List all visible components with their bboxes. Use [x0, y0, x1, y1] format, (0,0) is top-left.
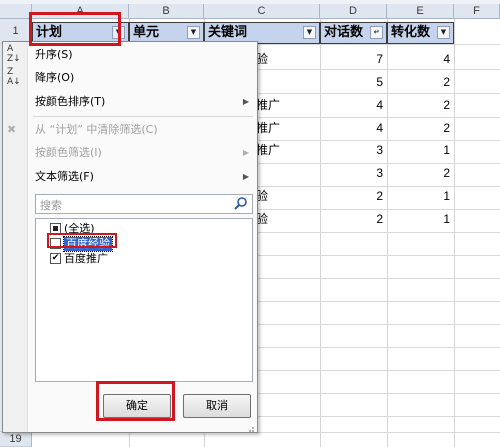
cell-conversations: 7: [376, 52, 383, 66]
column-header-e[interactable]: E: [387, 4, 454, 19]
submenu-arrow-icon: ▶: [242, 172, 249, 181]
filter-dropdown-button[interactable]: ▼: [437, 26, 450, 39]
menu-item-sort-ascending[interactable]: A Z↓ 升序(S): [3, 44, 257, 66]
menu-item-label: 升序(S): [35, 48, 73, 61]
checked-checkbox[interactable]: ✔: [50, 253, 61, 264]
cell-keyword: 推广: [256, 121, 281, 135]
sort-ascending-icon: A Z↓: [7, 44, 21, 64]
cell-conversions: 2: [443, 98, 450, 112]
menu-item-clear-filter: ✖ 从 “计划” 中清除筛选(C): [3, 119, 257, 141]
column-header-d[interactable]: D: [320, 4, 387, 19]
column-header-c[interactable]: C: [204, 4, 320, 19]
menu-separator: [33, 116, 253, 117]
menu-item-text-filter[interactable]: 文本筛选(F) ▶: [3, 166, 257, 188]
header-cell-conversions: 转化数 ▼: [387, 22, 454, 44]
header-cell-label: 转化数: [391, 25, 431, 40]
highlight-filter-header: [29, 12, 121, 46]
search-placeholder: 搜索: [40, 199, 62, 212]
cell-keyword: 推广: [256, 143, 281, 157]
cell-conversions: 4: [443, 52, 450, 66]
cell-conversations: 3: [376, 143, 383, 157]
menu-item-label: 文本筛选(F): [35, 170, 94, 183]
cell-keyword: 推广: [256, 98, 281, 112]
highlight-ok-button: [96, 381, 175, 421]
cell-conversations: 2: [376, 189, 383, 203]
resize-grip-icon[interactable]: [247, 422, 255, 432]
menu-item-label: 从 “计划” 中清除筛选(C): [35, 123, 158, 136]
row-header-19[interactable]: 19: [0, 432, 32, 447]
cell-conversations: 3: [376, 166, 383, 180]
grid-line: [454, 19, 455, 447]
submenu-arrow-icon: ▶: [242, 97, 249, 106]
cell-conversations: 4: [376, 98, 383, 112]
autofilter-menu: A Z↓ 升序(S) Z A↓ 降序(O) 按颜色排序(T) ▶ ✖ 从 “计划” …: [2, 41, 258, 433]
sort-descending-icon: Z A↓: [7, 67, 21, 87]
menu-item-label: 降序(O): [35, 71, 75, 84]
menu-item-filter-by-color: 按颜色筛选(I) ▶: [3, 142, 257, 164]
cell-conversations: 5: [376, 75, 383, 89]
grid-line: [320, 19, 321, 447]
cancel-button[interactable]: 取消: [183, 394, 251, 418]
header-cell-label: 对话数: [324, 25, 364, 40]
menu-item-label: 按颜色筛选(I): [35, 146, 102, 159]
header-cell-label: 关键词: [208, 25, 248, 40]
search-icon[interactable]: [233, 196, 249, 212]
header-cell-conversations: 对话数 ↵: [320, 22, 387, 44]
submenu-arrow-icon: ▶: [242, 148, 249, 157]
clear-filter-icon: ✖: [7, 123, 17, 136]
menu-item-sort-by-color[interactable]: 按颜色排序(T) ▶: [3, 91, 257, 113]
cell-conversions: 2: [443, 166, 450, 180]
sort-dropdown-button[interactable]: ↵: [370, 26, 383, 39]
cell-conversations: 4: [376, 121, 383, 135]
menu-item-label: 按颜色排序(T): [35, 95, 106, 108]
cell-conversions: 1: [443, 143, 450, 157]
cell-conversions: 2: [443, 75, 450, 89]
highlight-list-item: [47, 233, 117, 248]
header-cell-label: 单元: [133, 25, 160, 40]
filter-search-box[interactable]: 搜索: [35, 194, 253, 214]
list-item-label: 百度推广: [64, 252, 108, 265]
select-all-corner[interactable]: [0, 4, 32, 19]
column-header-b[interactable]: B: [129, 4, 204, 19]
cell-conversions: 1: [443, 189, 450, 203]
menu-item-sort-descending[interactable]: Z A↓ 降序(O): [3, 67, 257, 89]
cell-conversions: 1: [443, 212, 450, 226]
filter-dropdown-button[interactable]: ▼: [303, 26, 316, 39]
cell-conversions: 2: [443, 121, 450, 135]
column-header-f[interactable]: F: [454, 4, 500, 19]
filter-dropdown-button[interactable]: ▼: [187, 26, 200, 39]
cell-conversations: 2: [376, 212, 383, 226]
grid-line: [387, 19, 388, 447]
